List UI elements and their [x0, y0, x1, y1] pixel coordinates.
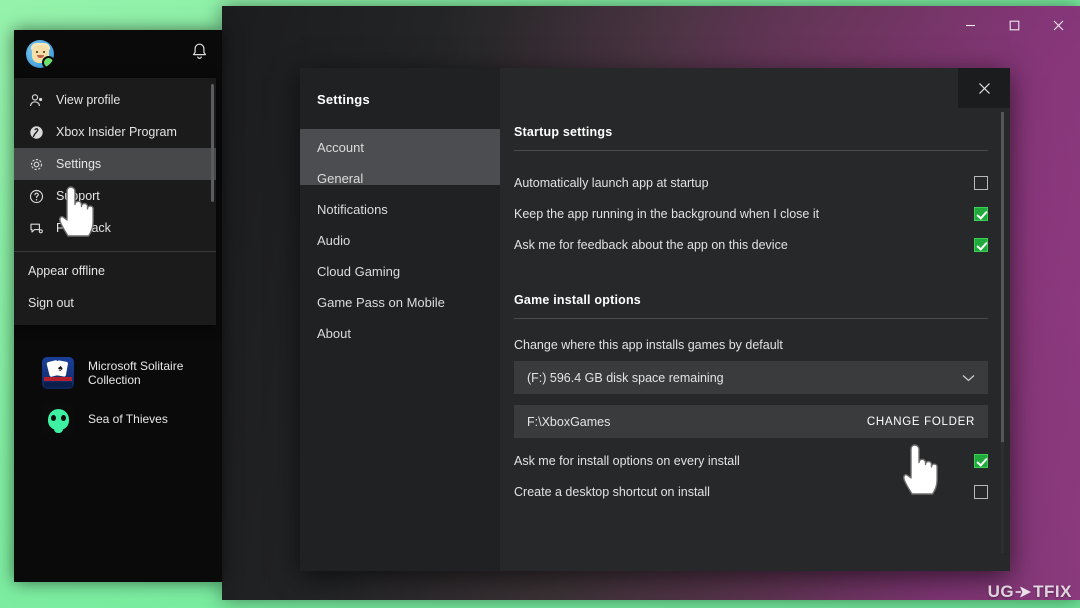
- option-label: Ask me for install options on every inst…: [514, 453, 740, 468]
- checkbox-keep-running[interactable]: [974, 206, 988, 221]
- nav-item-label: Cloud Gaming: [317, 264, 401, 279]
- chevron-down-icon: [962, 371, 975, 385]
- menu-item-xbox-insider-program[interactable]: Xbox Insider Program: [14, 116, 216, 148]
- settings-content-panel: Startup settings Automatically launch ap…: [500, 68, 1010, 571]
- menu-item-feedback[interactable]: Feedback: [14, 212, 216, 244]
- maximize-button[interactable]: [992, 6, 1036, 44]
- game-title: Sea of Thieves: [88, 412, 168, 426]
- nav-item-notifications[interactable]: Notifications: [300, 194, 500, 225]
- watermark-text-right: TFIX: [1033, 582, 1072, 601]
- person-icon: [28, 92, 44, 108]
- menu-item-label: Feedback: [56, 221, 111, 235]
- nav-item-cloud-gaming[interactable]: Cloud Gaming: [300, 256, 500, 287]
- option-row-desktop-shortcut[interactable]: Create a desktop shortcut on install: [514, 476, 988, 507]
- nav-item-game-pass-on-mobile[interactable]: Game Pass on Mobile: [300, 287, 500, 318]
- nav-item-label: General: [317, 171, 364, 186]
- watermark-text-left: UG: [987, 582, 1015, 601]
- option-row-auto-launch[interactable]: Automatically launch app at startup: [514, 167, 988, 198]
- option-label: Create a desktop shortcut on install: [514, 484, 710, 499]
- settings-nav-panel: Settings Account General Notifications A…: [300, 68, 500, 571]
- option-row-ask-feedback[interactable]: Ask me for feedback about the app on thi…: [514, 229, 988, 260]
- checkbox-desktop-shortcut[interactable]: [974, 484, 988, 499]
- avatar-eye-right: [43, 51, 45, 53]
- avatar-eye-left: [36, 51, 38, 53]
- profile-menu-flyout: View profile Xbox Insider Program Settin…: [14, 78, 216, 325]
- profile-flyout-window: View profile Xbox Insider Program Settin…: [14, 30, 222, 582]
- menu-item-label: Xbox Insider Program: [56, 125, 177, 139]
- drive-select-value: (F:) 596.4 GB disk space remaining: [527, 370, 724, 385]
- nav-item-label: Audio: [317, 233, 351, 248]
- nav-item-label: Account: [317, 140, 364, 155]
- option-row-keep-running[interactable]: Keep the app running in the background w…: [514, 198, 988, 229]
- settings-dialog: Settings Account General Notifications A…: [300, 68, 1010, 571]
- option-label: Keep the app running in the background w…: [514, 206, 820, 221]
- game-title: Microsoft Solitaire Collection: [88, 359, 184, 387]
- flyout-scrollbar-thumb[interactable]: [211, 84, 214, 202]
- recent-games-list: Microsoft Solitaire Collection Sea of Th…: [14, 350, 222, 442]
- menu-divider: [14, 251, 216, 252]
- menu-item-label: Appear offline: [28, 264, 105, 278]
- settings-dialog-title: Settings: [317, 92, 370, 107]
- game-row-sea-of-thieves[interactable]: Sea of Thieves: [14, 396, 222, 442]
- profile-header: [14, 30, 222, 78]
- game-install-options-heading: Game install options: [514, 293, 641, 307]
- nav-item-label: Notifications: [317, 202, 388, 217]
- settings-scroll-region: Startup settings Automatically launch ap…: [514, 68, 988, 571]
- startup-settings-heading: Startup settings: [514, 125, 613, 139]
- change-folder-button[interactable]: CHANGE FOLDER: [867, 416, 975, 428]
- checkbox-ask-install-options[interactable]: [974, 453, 988, 468]
- game-row-microsoft-solitaire-collection[interactable]: Microsoft Solitaire Collection: [14, 350, 222, 396]
- watermark-arrow-icon: [1015, 585, 1032, 599]
- nav-item-label: Game Pass on Mobile: [317, 295, 445, 310]
- nav-item-audio[interactable]: Audio: [300, 225, 500, 256]
- menu-item-support[interactable]: Support: [14, 180, 216, 212]
- window-titlebar: [222, 6, 1080, 44]
- sea-of-thieves-tile-icon: [42, 403, 74, 435]
- menu-item-label: Settings: [56, 157, 102, 171]
- install-location-label: Change where this app installs games by …: [514, 338, 783, 352]
- install-path-field[interactable]: F:\XboxGames CHANGE FOLDER: [514, 405, 988, 438]
- content-scrollbar-thumb[interactable]: [1001, 112, 1004, 442]
- dialog-close-icon[interactable]: [958, 68, 1010, 108]
- menu-item-appear-offline[interactable]: Appear offline: [14, 255, 216, 287]
- menu-item-label: Support: [56, 189, 100, 203]
- checkbox-ask-feedback[interactable]: [974, 237, 988, 252]
- close-button[interactable]: [1036, 6, 1080, 44]
- menu-item-sign-out[interactable]: Sign out: [14, 287, 216, 319]
- nav-item-label: About: [317, 326, 351, 341]
- xbox-app-window: Settings Account General Notifications A…: [222, 6, 1080, 600]
- ugetfix-watermark: UG TFIX: [988, 582, 1072, 602]
- content-scrollbar[interactable]: [1001, 112, 1004, 553]
- menu-item-label: Sign out: [28, 296, 74, 310]
- minimize-button[interactable]: [948, 6, 992, 44]
- nav-item-general[interactable]: General: [300, 163, 500, 194]
- settings-nav-list: Account General Notifications Audio Clou…: [300, 132, 500, 349]
- nav-item-about[interactable]: About: [300, 318, 500, 349]
- option-label: Ask me for feedback about the app on thi…: [514, 237, 788, 252]
- gear-icon: [28, 156, 44, 172]
- bell-icon[interactable]: [191, 42, 208, 66]
- question-circle-icon: [28, 188, 44, 204]
- feedback-icon: [28, 220, 44, 236]
- xbox-insider-icon: [28, 124, 44, 140]
- drive-select[interactable]: (F:) 596.4 GB disk space remaining: [514, 361, 988, 394]
- avatar[interactable]: [26, 40, 54, 68]
- menu-item-settings[interactable]: Settings: [14, 148, 216, 180]
- option-label: Automatically launch app at startup: [514, 175, 709, 190]
- solitaire-tile-icon: [42, 357, 74, 389]
- menu-item-label: View profile: [56, 93, 121, 107]
- checkbox-auto-launch[interactable]: [974, 175, 988, 190]
- nav-item-account[interactable]: Account: [300, 132, 500, 163]
- menu-item-view-profile[interactable]: View profile: [14, 84, 216, 116]
- option-row-ask-install-options[interactable]: Ask me for install options on every inst…: [514, 445, 988, 476]
- online-status-indicator: [42, 56, 54, 68]
- install-path-value: F:\XboxGames: [527, 414, 611, 429]
